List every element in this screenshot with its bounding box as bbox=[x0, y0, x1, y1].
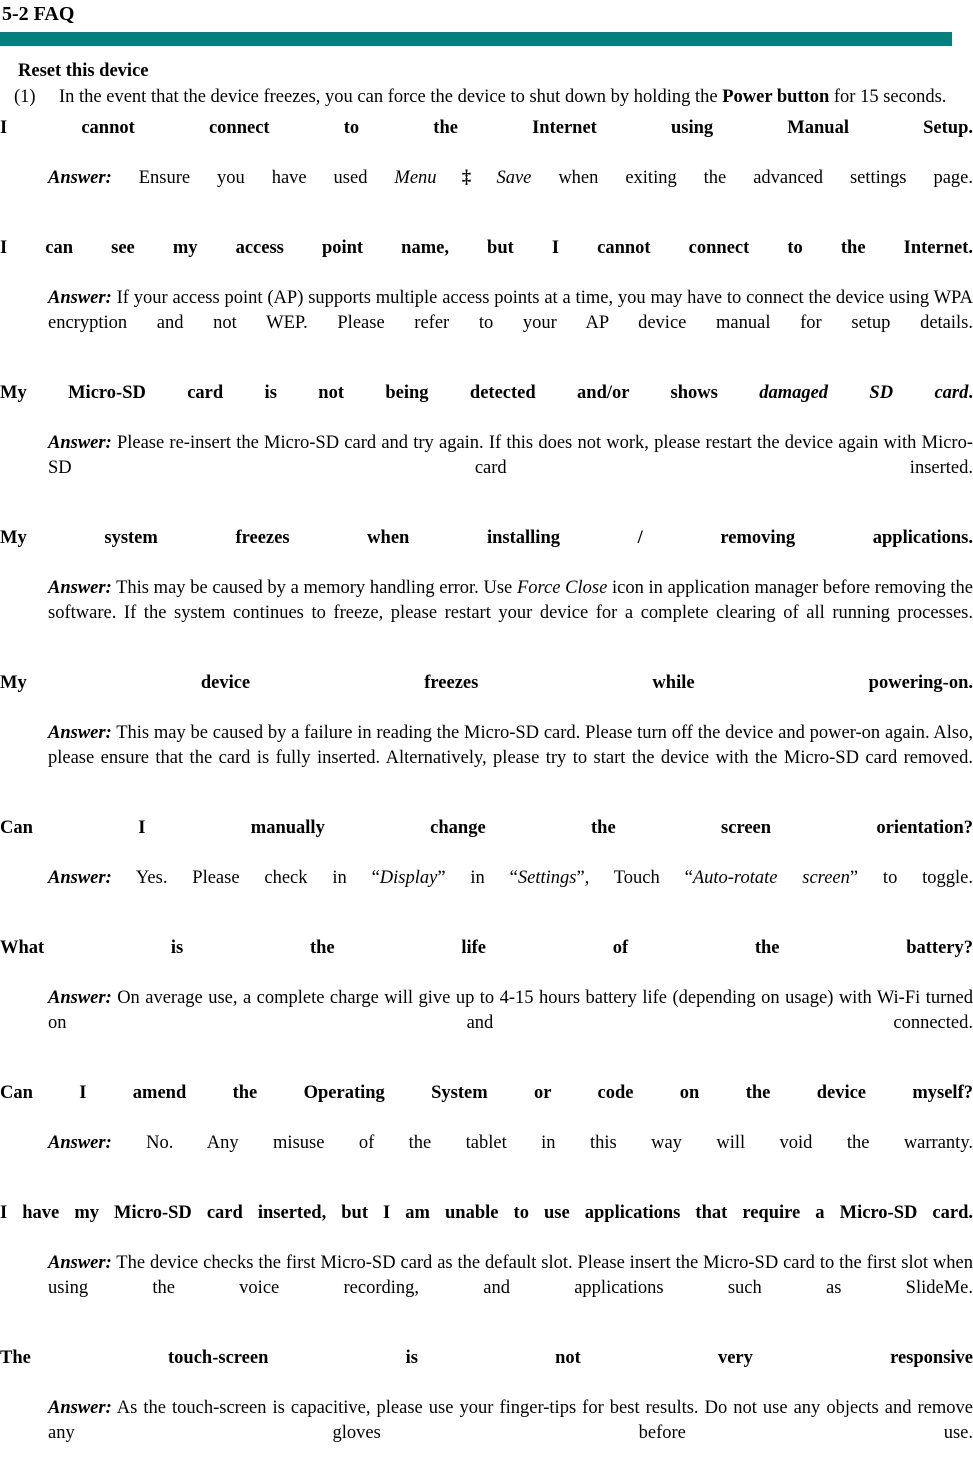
faq-answer: Answer: This may be caused by a memory h… bbox=[48, 576, 973, 651]
answer-emphasis-5: Auto-rotate screen bbox=[692, 868, 850, 888]
answer-text-6: ” to toggle. bbox=[849, 868, 973, 888]
faq-entry: My Micro-SD card is not being detected a… bbox=[0, 381, 973, 506]
faq-answer: Answer: If your access point (AP) suppor… bbox=[48, 286, 973, 361]
faq-question: What is the life of the battery? bbox=[0, 938, 973, 958]
faq-answer: Answer: On average use, a complete charg… bbox=[48, 986, 973, 1061]
answer-emphasis-1: Display bbox=[379, 868, 438, 888]
reset-device-step: (1) In the event that the device freezes… bbox=[14, 84, 973, 110]
faq-entry: I can see my access point name, but I ca… bbox=[0, 236, 973, 361]
answer-text-0: This may be caused by a memory handling … bbox=[111, 578, 517, 598]
answer-text-0: As the touch-screen is capacitive, pleas… bbox=[48, 1398, 973, 1443]
faq-question: My device freezes while powering-on. bbox=[0, 673, 973, 693]
answer-emphasis-3: Save bbox=[496, 168, 532, 188]
answer-emphasis-1: Menu bbox=[394, 168, 437, 188]
question-text-0: My Micro-SD card is not being detected a… bbox=[0, 383, 760, 403]
answer-text-0: If your access point (AP) supports multi… bbox=[48, 288, 973, 333]
answer-text-0: Please re-insert the Micro-SD card and t… bbox=[48, 433, 973, 478]
faq-question: My system freezes when installing / remo… bbox=[0, 528, 973, 548]
faq-entry: I have my Micro-SD card inserted, but I … bbox=[0, 1201, 973, 1326]
answer-emphasis-1: Force Close bbox=[516, 578, 608, 598]
step-text-before: In the event that the device freezes, yo… bbox=[59, 87, 723, 107]
faq-question: The touch-screen is not very responsive bbox=[0, 1348, 973, 1368]
faq-answer: Answer: The device checks the first Micr… bbox=[48, 1251, 973, 1326]
faq-list: I cannot connect to the Internet using M… bbox=[0, 116, 973, 1471]
faq-answer: Answer: No. Any misuse of the tablet in … bbox=[48, 1131, 973, 1181]
arrow-icon: ‡ bbox=[439, 168, 494, 188]
faq-entry: What is the life of the battery? Answer: … bbox=[0, 936, 973, 1061]
question-emphasis-1: damaged SD card bbox=[759, 383, 969, 403]
answer-text-4: ”, Touch “ bbox=[576, 868, 693, 888]
faq-question: I cannot connect to the Internet using M… bbox=[0, 118, 973, 138]
answer-label: Answer: bbox=[48, 723, 112, 743]
answer-label: Answer: bbox=[48, 1133, 112, 1153]
faq-content: Reset this device (1) In the event that … bbox=[0, 58, 973, 1471]
faq-entry: I cannot connect to the Internet using M… bbox=[0, 116, 973, 216]
reset-device-section: Reset this device (1) In the event that … bbox=[0, 58, 973, 110]
faq-question: My Micro-SD card is not being detected a… bbox=[0, 381, 973, 431]
answer-label: Answer: bbox=[48, 868, 112, 888]
question-text-2: . bbox=[968, 383, 973, 403]
answer-label: Answer: bbox=[48, 578, 112, 598]
faq-page: 5-2 FAQ Reset this device (1) In the eve… bbox=[0, 1, 973, 1443]
step-number: (1) bbox=[14, 87, 36, 107]
faq-question: I can see my access point name, but I ca… bbox=[0, 238, 973, 258]
faq-entry: Can I manually change the screen orienta… bbox=[0, 816, 973, 916]
answer-text-0: Yes. Please check in “ bbox=[111, 868, 380, 888]
faq-answer: Answer: As the touch-screen is capacitiv… bbox=[48, 1396, 973, 1471]
accent-divider bbox=[0, 32, 952, 46]
faq-answer: Answer: This may be caused by a failure … bbox=[48, 721, 973, 796]
step-text: In the event that the device freezes, yo… bbox=[59, 84, 973, 110]
page-title: 5-2 FAQ bbox=[2, 3, 75, 25]
reset-device-heading: Reset this device bbox=[18, 61, 149, 81]
answer-label: Answer: bbox=[48, 288, 112, 308]
faq-entry: My device freezes while powering-on. Answ… bbox=[0, 671, 973, 796]
faq-answer: Answer: Ensure you have used Menu ‡ Save w… bbox=[48, 166, 973, 216]
faq-entry: Can I amend the Operating System or code… bbox=[0, 1081, 973, 1181]
answer-text-0: Ensure you have used bbox=[111, 168, 395, 188]
answer-emphasis-3: Settings bbox=[517, 868, 577, 888]
step-text-emphasis: Power button bbox=[722, 87, 830, 107]
faq-entry: The touch-screen is not very responsive A… bbox=[0, 1346, 973, 1471]
answer-text-4: when exiting the advanced settings page. bbox=[531, 168, 973, 188]
faq-answer: Answer: Please re-insert the Micro-SD ca… bbox=[48, 431, 973, 506]
answer-text-0: On average use, a complete charge will g… bbox=[48, 988, 973, 1033]
answer-text-0: No. Any misuse of the tablet in this way… bbox=[111, 1133, 973, 1153]
faq-question: Can I manually change the screen orienta… bbox=[0, 818, 973, 838]
faq-entry: My system freezes when installing / remo… bbox=[0, 526, 973, 651]
answer-label: Answer: bbox=[48, 1253, 112, 1273]
answer-label: Answer: bbox=[48, 988, 112, 1008]
faq-question: Can I amend the Operating System or code… bbox=[0, 1083, 973, 1103]
faq-question: I have my Micro-SD card inserted, but I … bbox=[0, 1203, 973, 1223]
faq-answer: Answer: Yes. Please check in “Display” i… bbox=[48, 866, 973, 916]
answer-label: Answer: bbox=[48, 433, 112, 453]
answer-label: Answer: bbox=[48, 168, 112, 188]
answer-text-2: ” in “ bbox=[437, 868, 518, 888]
step-text-after: for 15 seconds. bbox=[829, 87, 947, 107]
answer-text-0: This may be caused by a failure in readi… bbox=[48, 723, 973, 768]
answer-label: Answer: bbox=[48, 1398, 112, 1418]
answer-text-0: The device checks the first Micro-SD car… bbox=[48, 1253, 973, 1298]
